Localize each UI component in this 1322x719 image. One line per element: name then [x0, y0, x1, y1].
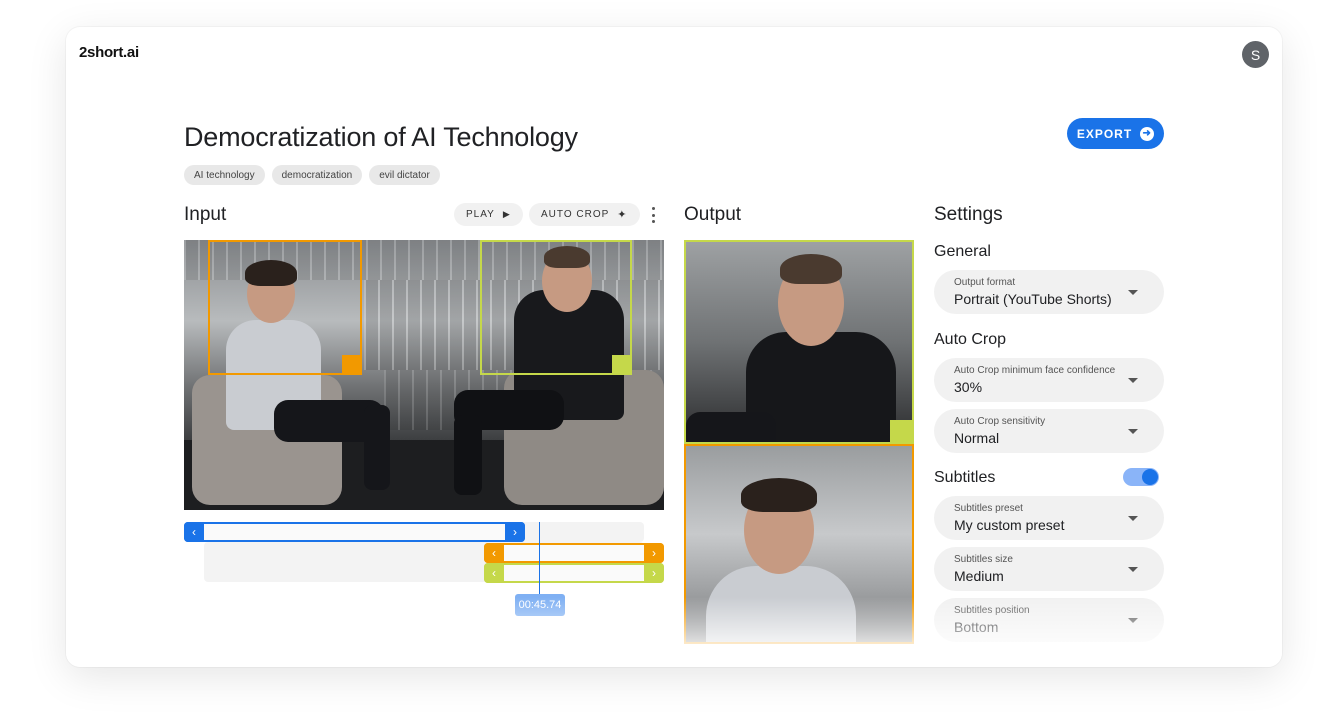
app-window: 2short.ai S Democratization of AI Techno… — [66, 27, 1282, 667]
playhead[interactable] — [539, 522, 540, 594]
avatar[interactable]: S — [1242, 41, 1269, 68]
magic-wand-icon: ✦ — [617, 209, 628, 221]
caret-down-icon — [1128, 516, 1138, 521]
subtitles-toggle[interactable] — [1123, 468, 1159, 486]
output-format-select[interactable]: Output format Portrait (YouTube Shorts) — [934, 270, 1164, 314]
export-label: EXPORT — [1076, 126, 1133, 141]
settings-heading: Settings — [934, 204, 1003, 225]
arrow-circle-right-icon: ➜ — [1140, 126, 1155, 141]
input-video[interactable] — [184, 240, 664, 510]
field-value: Bottom — [954, 619, 999, 635]
chevron-left-icon[interactable]: ‹ — [184, 522, 204, 542]
chevron-right-icon[interactable]: › — [644, 563, 664, 583]
field-label: Subtitles preset — [954, 503, 1023, 514]
output-frame-top — [684, 240, 914, 444]
export-button[interactable]: EXPORT ➜ — [1067, 118, 1164, 149]
crop-resize-handle[interactable] — [342, 355, 362, 375]
more-vert-icon[interactable] — [650, 207, 656, 223]
chevron-right-icon[interactable]: › — [505, 522, 525, 542]
chevron-left-icon[interactable]: ‹ — [484, 563, 504, 583]
subtitles-position-select[interactable]: Subtitles position Bottom — [934, 598, 1164, 642]
tag-chip[interactable]: democratization — [271, 165, 363, 185]
auto-crop-heading: Auto Crop — [934, 331, 1007, 348]
auto-crop-button[interactable]: AUTO CROP ✦ — [529, 203, 640, 226]
output-heading: Output — [684, 204, 742, 225]
general-heading: General — [934, 243, 991, 260]
field-value: Normal — [954, 430, 1000, 446]
play-label: PLAY — [466, 209, 495, 220]
play-icon: ▶ — [502, 209, 511, 219]
page-title: Democratization of AI Technology — [184, 122, 578, 152]
play-button[interactable]: PLAY ▶ — [454, 203, 523, 226]
caret-down-icon — [1128, 567, 1138, 572]
chevron-left-icon[interactable]: ‹ — [484, 543, 504, 563]
subtitles-preset-select[interactable]: Subtitles preset My custom preset — [934, 496, 1164, 540]
output-frame-bottom — [684, 444, 914, 644]
auto-crop-label: AUTO CROP — [541, 209, 610, 220]
subtitles-heading: Subtitles — [934, 469, 996, 486]
field-value: 30% — [954, 379, 983, 395]
timeline-segment-orange[interactable]: ‹ › — [484, 543, 664, 563]
caret-down-icon — [1128, 618, 1138, 623]
timeline-segment-lime[interactable]: ‹ › — [484, 563, 664, 583]
field-label: Auto Crop sensitivity — [954, 416, 1046, 427]
timeline-segment-blue[interactable]: ‹ › — [184, 522, 525, 542]
sensitivity-select[interactable]: Auto Crop sensitivity Normal — [934, 409, 1164, 453]
timestamp-badge: 00:45.74 — [515, 594, 565, 616]
tag-chip[interactable]: AI technology — [184, 165, 265, 185]
app-logo[interactable]: 2short.ai — [79, 44, 139, 61]
crop-box-orange[interactable] — [208, 240, 362, 375]
field-label: Subtitles position — [954, 605, 1030, 616]
chevron-right-icon[interactable]: › — [644, 543, 664, 563]
face-confidence-select[interactable]: Auto Crop minimum face confidence 30% — [934, 358, 1164, 402]
caret-down-icon — [1128, 290, 1138, 295]
caret-down-icon — [1128, 429, 1138, 434]
field-value: Medium — [954, 568, 1004, 584]
field-label: Output format — [954, 277, 1016, 288]
field-label: Subtitles size — [954, 554, 1013, 565]
tag-chip[interactable]: evil dictator — [369, 165, 440, 185]
field-value: My custom preset — [954, 517, 1065, 533]
crop-resize-handle[interactable] — [612, 355, 632, 375]
caret-down-icon — [1128, 378, 1138, 383]
subtitles-size-select[interactable]: Subtitles size Medium — [934, 547, 1164, 591]
field-value: Portrait (YouTube Shorts) — [954, 291, 1112, 307]
field-label: Auto Crop minimum face confidence — [954, 365, 1116, 376]
crop-box-lime[interactable] — [480, 240, 632, 375]
tag-list: AI technology democratization evil dicta… — [184, 165, 440, 185]
input-heading: Input — [184, 204, 227, 225]
